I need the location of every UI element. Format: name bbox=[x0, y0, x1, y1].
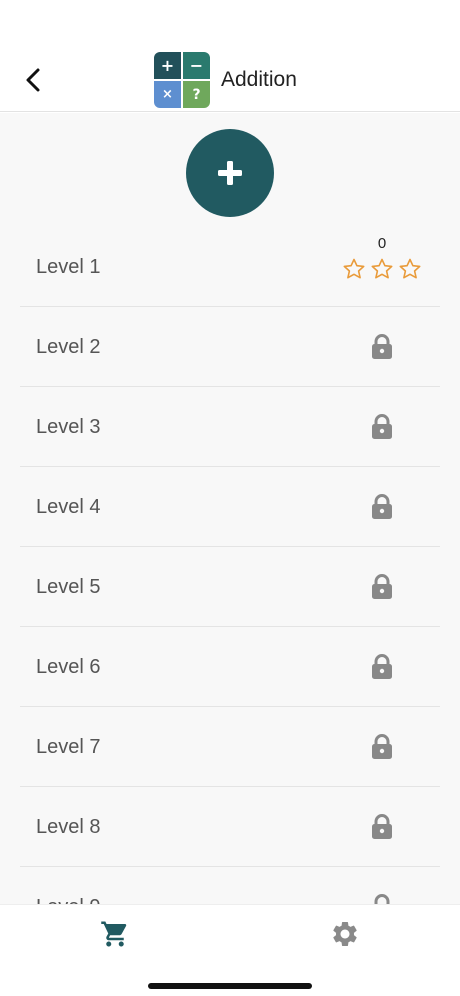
add-button[interactable] bbox=[186, 129, 274, 217]
level-row[interactable]: Level 1 0 bbox=[20, 227, 440, 307]
lock-icon bbox=[372, 334, 392, 359]
level-row[interactable]: Level 6 bbox=[20, 627, 440, 707]
lock-icon bbox=[372, 494, 392, 519]
lock-icon bbox=[372, 654, 392, 679]
chevron-left-icon bbox=[26, 68, 40, 92]
level-score: 0 bbox=[340, 235, 422, 299]
star-outline-icon bbox=[371, 258, 393, 279]
lock-icon bbox=[374, 894, 390, 904]
gear-icon bbox=[333, 922, 357, 946]
level-label: Level 3 bbox=[36, 416, 101, 438]
star-outline-icon bbox=[343, 258, 365, 279]
logo-question: ? bbox=[183, 81, 210, 108]
level-row[interactable]: Level 9 bbox=[20, 867, 440, 904]
level-label: Level 8 bbox=[36, 816, 101, 838]
header: + − × ? Addition bbox=[0, 0, 460, 112]
level-row[interactable]: Level 5 bbox=[20, 547, 440, 627]
level-row[interactable]: Level 3 bbox=[20, 387, 440, 467]
lock-icon bbox=[372, 574, 392, 599]
level-label: Level 2 bbox=[36, 336, 101, 358]
shop-button[interactable] bbox=[100, 919, 130, 949]
level-list: Level 1 0 Level 2 Level 3 Level 4 Level 5 Leve… bbox=[20, 227, 440, 904]
level-label: Level 1 bbox=[36, 256, 101, 278]
app-logo: + − × ? bbox=[154, 52, 210, 108]
main-content: Level 1 0 Level 2 Level 3 Level 4 Level 5 Leve… bbox=[0, 113, 460, 904]
level-row[interactable]: Level 8 bbox=[20, 787, 440, 867]
bottom-bar bbox=[0, 904, 460, 996]
logo-minus: − bbox=[183, 52, 210, 79]
star-rating bbox=[342, 257, 422, 283]
level-row[interactable]: Level 2 bbox=[20, 307, 440, 387]
plus-icon bbox=[218, 161, 242, 185]
logo-times: × bbox=[154, 81, 181, 108]
level-label: Level 7 bbox=[36, 736, 101, 758]
cart-icon bbox=[101, 921, 127, 947]
level-label: Level 9 bbox=[36, 867, 101, 904]
level-row[interactable]: Level 7 bbox=[20, 707, 440, 787]
screen: + − × ? Addition Level 1 0 Level 2 Level 3L… bbox=[0, 0, 460, 996]
logo-plus: + bbox=[154, 52, 181, 79]
level-row[interactable]: Level 4 bbox=[20, 467, 440, 547]
home-indicator[interactable] bbox=[148, 983, 312, 989]
star-outline-icon bbox=[399, 258, 421, 279]
settings-button[interactable] bbox=[330, 919, 360, 949]
level-label: Level 4 bbox=[36, 496, 101, 518]
back-button[interactable] bbox=[18, 62, 48, 98]
score-value: 0 bbox=[377, 235, 387, 252]
level-label: Level 6 bbox=[36, 656, 101, 678]
lock-icon bbox=[372, 414, 392, 439]
page-title: Addition bbox=[221, 68, 297, 91]
lock-icon bbox=[372, 814, 392, 839]
lock-icon bbox=[372, 734, 392, 759]
level-label: Level 5 bbox=[36, 576, 101, 598]
